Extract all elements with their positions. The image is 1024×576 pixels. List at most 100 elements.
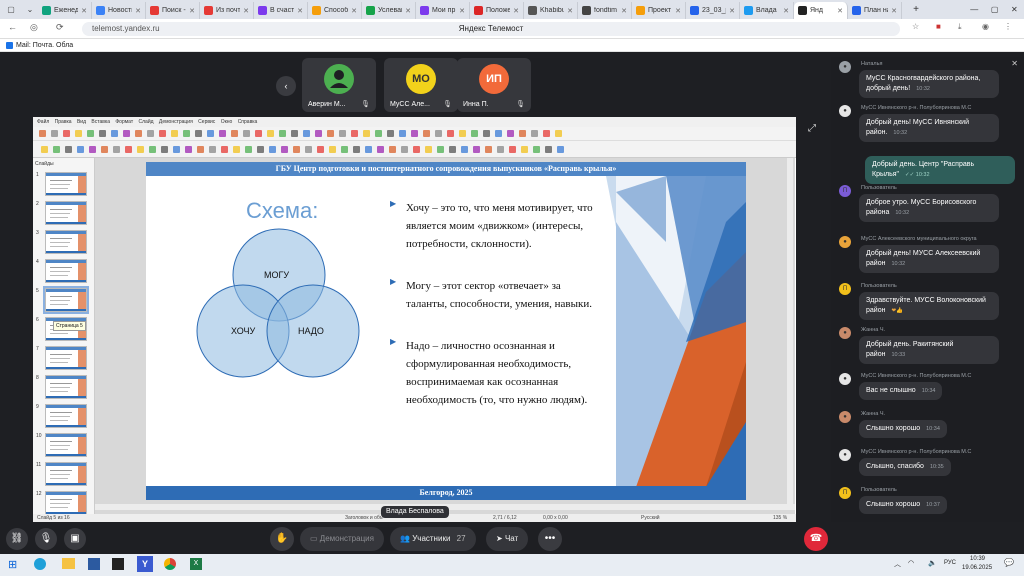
- browser-tab[interactable]: Khabibu ✕: [524, 2, 578, 19]
- toolbar-button-icon[interactable]: [543, 130, 550, 137]
- tab-close-icon[interactable]: ✕: [837, 7, 843, 15]
- tab-close-icon[interactable]: ✕: [459, 7, 465, 15]
- toolbar-button-icon[interactable]: [111, 130, 118, 137]
- toolbar-button-icon[interactable]: [137, 146, 144, 153]
- impress-menu-bar[interactable]: Файл Правка Вид Вставка Формат Слайд Дем…: [33, 117, 796, 127]
- toolbar-button-icon[interactable]: [185, 146, 192, 153]
- toolbar-button-icon[interactable]: [317, 146, 324, 153]
- tab-close-icon[interactable]: ✕: [81, 7, 87, 15]
- toolbar-button-icon[interactable]: [473, 146, 480, 153]
- toolbar-button-icon[interactable]: [423, 130, 430, 137]
- mic-toggle-button[interactable]: 🎙: [35, 528, 57, 550]
- participant-tile[interactable]: ИП Инна П. 🎙: [457, 58, 531, 112]
- vertical-scrollbar[interactable]: [787, 158, 793, 504]
- tab-close-icon[interactable]: ✕: [135, 7, 141, 15]
- browser-tab[interactable]: Новость✕: [92, 2, 146, 19]
- slide-thumbnail[interactable]: [45, 462, 87, 486]
- toolbar-button-icon[interactable]: [341, 146, 348, 153]
- toolbar-button-icon[interactable]: [75, 130, 82, 137]
- tab-close-icon[interactable]: ✕: [405, 7, 411, 15]
- volume-icon[interactable]: 🔈: [928, 559, 937, 567]
- toolbar-button-icon[interactable]: [353, 146, 360, 153]
- toolbar-button-icon[interactable]: [207, 130, 214, 137]
- menu-dots-icon[interactable]: ⋮: [1004, 22, 1012, 31]
- save-app-icon[interactable]: [88, 558, 100, 570]
- browser-tab[interactable]: Положе ✕: [470, 2, 524, 19]
- slide-thumbnail[interactable]: [45, 404, 87, 428]
- participants-prev-button[interactable]: ‹: [276, 76, 296, 96]
- maximize-icon[interactable]: ▢: [991, 5, 999, 14]
- browser-tab[interactable]: Еженед ✕: [38, 2, 92, 19]
- toolbar-button-icon[interactable]: [243, 130, 250, 137]
- participants-button[interactable]: 👥 Участники 27: [390, 527, 476, 551]
- browser-tab[interactable]: В счаст ✕: [254, 2, 308, 19]
- toolbar-button-icon[interactable]: [425, 146, 432, 153]
- browser-tab[interactable]: Проект ✕: [632, 2, 686, 19]
- toolbar-button-icon[interactable]: [279, 130, 286, 137]
- toolbar-button-icon[interactable]: [413, 146, 420, 153]
- tab-close-icon[interactable]: ✕: [567, 7, 573, 15]
- bookmark-mail[interactable]: Mail: Почта. Обла: [16, 42, 73, 49]
- close-window-icon[interactable]: ✕: [1011, 5, 1018, 14]
- tab-close-icon[interactable]: ✕: [675, 7, 681, 15]
- toolbar-button-icon[interactable]: [533, 146, 540, 153]
- participant-tile[interactable]: Аверин М... 🎙: [302, 58, 376, 112]
- toolbar-button-icon[interactable]: [221, 146, 228, 153]
- toolbar-button-icon[interactable]: [447, 130, 454, 137]
- browser-tab[interactable]: Поиск - ✕: [146, 2, 200, 19]
- toolbar-button-icon[interactable]: [269, 146, 276, 153]
- camera-toggle-button[interactable]: ▣: [64, 528, 86, 550]
- notifications-icon[interactable]: 💬: [1004, 558, 1014, 567]
- toolbar-button-icon[interactable]: [303, 130, 310, 137]
- toolbar-button-icon[interactable]: [327, 130, 334, 137]
- toolbar-button-icon[interactable]: [507, 130, 514, 137]
- toolbar-button-icon[interactable]: [545, 146, 552, 153]
- browser-tab[interactable]: Янд ✕: [794, 2, 848, 19]
- toolbar-button-icon[interactable]: [41, 146, 48, 153]
- toolbar-button-icon[interactable]: [315, 130, 322, 137]
- toolbar-button-icon[interactable]: [521, 146, 528, 153]
- minimize-icon[interactable]: —: [970, 5, 978, 14]
- back-icon[interactable]: ←: [8, 22, 17, 32]
- toolbar-button-icon[interactable]: [159, 130, 166, 137]
- toolbar-button-icon[interactable]: [449, 146, 456, 153]
- toolbar-button-icon[interactable]: [437, 146, 444, 153]
- toolbar-button-icon[interactable]: [531, 130, 538, 137]
- toolbar-button-icon[interactable]: [497, 146, 504, 153]
- slide-thumbnail[interactable]: [45, 230, 87, 254]
- toolbar-button-icon[interactable]: [197, 146, 204, 153]
- explorer-icon[interactable]: [62, 558, 75, 569]
- leave-call-button[interactable]: ☎: [804, 527, 828, 551]
- slide-thumbnail[interactable]: [43, 286, 89, 314]
- security-icon[interactable]: ◎: [30, 22, 38, 33]
- slide-thumbnail[interactable]: [45, 433, 87, 457]
- toolbar-button-icon[interactable]: [461, 146, 468, 153]
- tab-close-icon[interactable]: ✕: [783, 7, 789, 15]
- profile-icon[interactable]: ◉: [982, 22, 989, 31]
- extension-icon[interactable]: ■: [936, 22, 941, 31]
- toolbar-button-icon[interactable]: [39, 130, 46, 137]
- tab-close-icon[interactable]: ✕: [891, 7, 897, 15]
- tab-close-icon[interactable]: ✕: [513, 7, 519, 15]
- language-indicator[interactable]: РУС: [944, 560, 956, 566]
- tab-close-icon[interactable]: ✕: [297, 7, 303, 15]
- toolbar-button-icon[interactable]: [485, 146, 492, 153]
- toolbar-button-icon[interactable]: [363, 130, 370, 137]
- chat-button[interactable]: ➤ Чат: [486, 527, 529, 551]
- slide-thumbnail[interactable]: [45, 375, 87, 399]
- wifi-icon[interactable]: ◠: [908, 559, 914, 567]
- toolbar-button-icon[interactable]: [149, 146, 156, 153]
- slide-thumbnail[interactable]: [45, 201, 87, 225]
- tab-close-icon[interactable]: ✕: [189, 7, 195, 15]
- toolbar-button-icon[interactable]: [65, 146, 72, 153]
- reload-icon[interactable]: ⟳: [56, 22, 64, 33]
- toolbar-button-icon[interactable]: [389, 146, 396, 153]
- toolbar-button-icon[interactable]: [257, 146, 264, 153]
- edge-icon[interactable]: [34, 558, 46, 570]
- chat-close-icon[interactable]: ✕: [1011, 59, 1018, 68]
- toolbar-button-icon[interactable]: [195, 130, 202, 137]
- toolbar-button-icon[interactable]: [255, 130, 262, 137]
- toolbar-button-icon[interactable]: [77, 146, 84, 153]
- toolbar-button-icon[interactable]: [173, 146, 180, 153]
- tab-list-chevron-icon[interactable]: ⌄: [22, 0, 38, 19]
